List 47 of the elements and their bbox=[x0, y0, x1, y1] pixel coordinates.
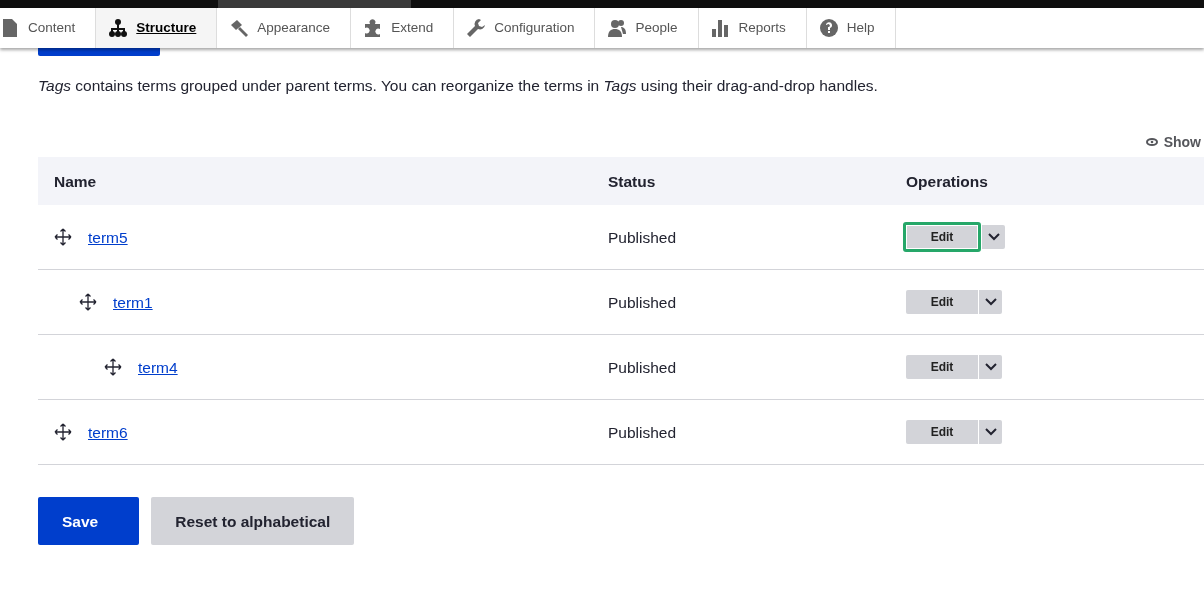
drag-handle-icon[interactable] bbox=[54, 228, 72, 247]
chevron-down-icon bbox=[987, 233, 1000, 242]
show-weights-link[interactable]: Show bbox=[1145, 131, 1201, 153]
edit-button[interactable]: Edit bbox=[903, 222, 981, 253]
dropdown-toggle[interactable] bbox=[978, 290, 1002, 315]
status-text: Published bbox=[608, 293, 677, 311]
drag-handle-icon[interactable] bbox=[79, 293, 97, 312]
people-icon bbox=[607, 18, 628, 38]
dropdown-toggle[interactable] bbox=[978, 355, 1002, 380]
toolbar-tab[interactable]: Reports bbox=[698, 8, 807, 48]
edit-button[interactable]: Edit bbox=[906, 420, 978, 445]
save-button[interactable]: Save bbox=[38, 497, 140, 546]
toolbar-tab[interactable]: Appearance bbox=[217, 8, 352, 48]
wrench-icon bbox=[466, 18, 487, 38]
term-link[interactable]: term4 bbox=[138, 355, 178, 379]
reset-button[interactable]: Reset to alphabetical bbox=[151, 497, 355, 546]
status-text: Published bbox=[608, 423, 677, 441]
column-header: Status bbox=[608, 172, 656, 190]
toolbar-tab[interactable]: People bbox=[595, 8, 699, 48]
hierarchy-icon bbox=[108, 18, 129, 38]
dropdown-toggle[interactable] bbox=[978, 420, 1002, 445]
term-link[interactable]: term6 bbox=[88, 420, 128, 444]
toolbar-tab[interactable]: Structure bbox=[96, 8, 218, 48]
dropdown-toggle[interactable] bbox=[981, 225, 1005, 250]
toolbar-tab[interactable]: Help bbox=[806, 8, 896, 48]
toolbar-tab[interactable]: Extend bbox=[351, 8, 455, 48]
edit-button[interactable]: Edit bbox=[906, 290, 978, 315]
status-text: Published bbox=[608, 358, 677, 376]
chevron-down-icon bbox=[984, 298, 997, 307]
eye-icon bbox=[1145, 138, 1158, 147]
bar-chart-icon bbox=[710, 18, 731, 38]
toolbar-tab[interactable]: Configuration bbox=[454, 8, 596, 48]
term-link[interactable]: term1 bbox=[113, 290, 153, 314]
drag-handle-icon[interactable] bbox=[54, 423, 72, 442]
help-icon bbox=[818, 18, 839, 38]
page-icon bbox=[0, 18, 20, 38]
hammer-icon bbox=[229, 18, 250, 38]
drag-handle-icon[interactable] bbox=[104, 358, 122, 377]
term-link[interactable]: term5 bbox=[88, 225, 128, 249]
description-text: Tags contains terms grouped under parent terms. You can reorganize the terms in Tags using their drag-and-drop handles. bbox=[38, 76, 879, 96]
chevron-down-icon bbox=[984, 428, 997, 437]
status-text: Published bbox=[608, 228, 677, 246]
column-header: Name bbox=[54, 171, 97, 192]
column-header: Operations bbox=[906, 171, 988, 192]
edit-button[interactable]: Edit bbox=[906, 355, 978, 380]
toolbar-tab[interactable]: Content bbox=[0, 8, 97, 48]
chevron-down-icon bbox=[984, 363, 997, 372]
